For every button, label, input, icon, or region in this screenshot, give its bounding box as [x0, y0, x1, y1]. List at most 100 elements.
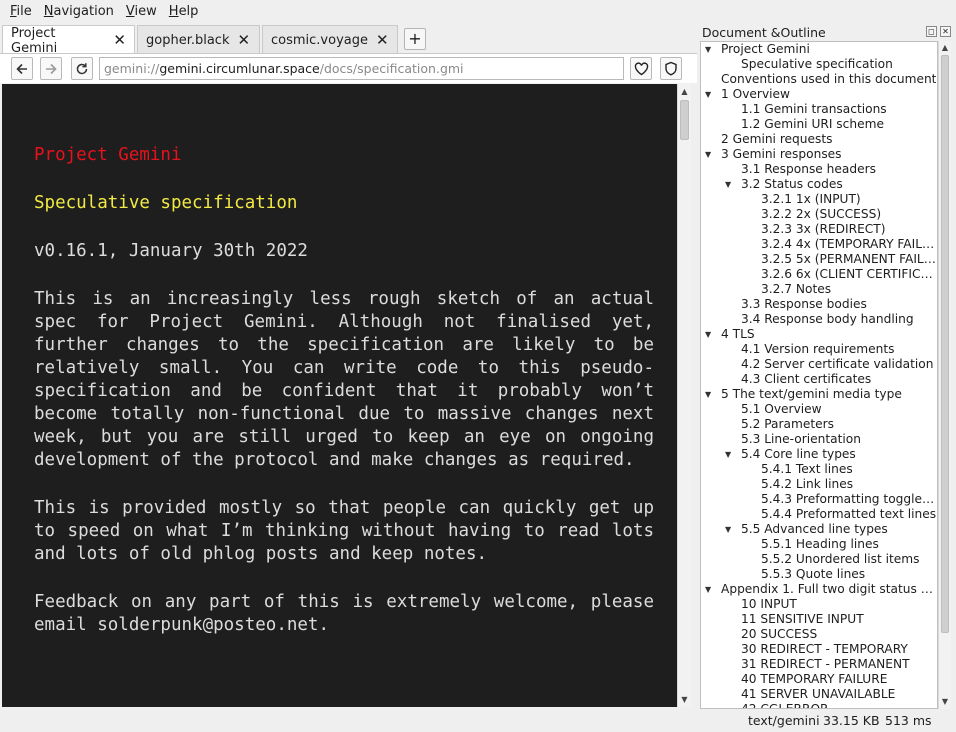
heart-icon: [634, 61, 648, 75]
expand-caret-icon[interactable]: ▼: [725, 522, 731, 537]
outline-item[interactable]: 5.5.1 Heading lines: [701, 537, 937, 552]
content-scrollbar[interactable]: ▲ ▼: [677, 84, 691, 707]
outline-item[interactable]: 3.2.4 4x (TEMPORARY FAIL…: [701, 237, 937, 252]
outline-item[interactable]: 3.1 Response headers: [701, 162, 937, 177]
outline-item[interactable]: 4.3 Client certificates: [701, 372, 937, 387]
outline-item[interactable]: 1.1 Gemini transactions: [701, 102, 937, 117]
outline-item-label: 2 Gemini requests: [721, 132, 833, 146]
outline-item[interactable]: 20 SUCCESS: [701, 627, 937, 642]
outline-item[interactable]: 1.2 Gemini URI scheme: [701, 117, 937, 132]
outline-item[interactable]: 3.2.5 5x (PERMANENT FAIL…: [701, 252, 937, 267]
outline-scrollbar[interactable]: ▲ ▼: [938, 41, 951, 709]
identity-button[interactable]: [660, 57, 682, 80]
expand-caret-icon[interactable]: ▼: [725, 177, 731, 192]
outline-item[interactable]: 10 INPUT: [701, 597, 937, 612]
outline-item[interactable]: 3.2.6 6x (CLIENT CERTIFIC…: [701, 267, 937, 282]
bookmark-button[interactable]: [630, 57, 652, 80]
tab-gopher-black[interactable]: gopher.black ✕: [137, 25, 260, 54]
menu-navigation[interactable]: Navigation: [38, 0, 120, 23]
new-tab-button[interactable]: +: [404, 28, 426, 50]
expand-caret-icon[interactable]: ▼: [705, 582, 711, 597]
expand-caret-icon[interactable]: ▼: [705, 387, 711, 402]
outline-item[interactable]: ▼ Appendix 1. Full two digit status …: [701, 582, 937, 597]
expand-caret-icon[interactable]: ▼: [705, 87, 711, 102]
outline-item[interactable]: ▼ 1 Overview: [701, 87, 937, 102]
outline-item-label: 4.2 Server certificate validation: [741, 357, 934, 371]
outline-item[interactable]: 5.4.4 Preformatted text lines: [701, 507, 937, 522]
outline-item[interactable]: 4.1 Version requirements: [701, 342, 937, 357]
close-tab-icon[interactable]: ✕: [376, 32, 389, 48]
outline-item[interactable]: 5.1 Overview: [701, 402, 937, 417]
back-button[interactable]: [11, 57, 33, 80]
outline-item[interactable]: 5.4.1 Text lines: [701, 462, 937, 477]
outline-item[interactable]: ▼ 5.4 Core line types: [701, 447, 937, 462]
outline-tree[interactable]: ▼ Project Gemini Speculative specification…: [700, 41, 938, 709]
outline-item-label: 1 Overview: [721, 87, 791, 101]
expand-caret-icon[interactable]: ▼: [725, 447, 731, 462]
tab-project-gemini[interactable]: Project Gemini ✕: [2, 25, 135, 56]
reload-button[interactable]: [71, 57, 93, 80]
outline-item[interactable]: 2 Gemini requests: [701, 132, 937, 147]
reload-icon: [76, 62, 88, 74]
outline-item[interactable]: 5.4.2 Link lines: [701, 477, 937, 492]
content-scroll-thumb[interactable]: [680, 100, 689, 140]
float-dock-icon[interactable]: ◻: [926, 26, 937, 37]
scroll-up-icon[interactable]: ▲: [939, 42, 951, 54]
expand-caret-icon[interactable]: ▼: [705, 147, 711, 162]
content-viewport[interactable]: Project Gemini Speculative specification…: [2, 84, 677, 707]
outline-item[interactable]: ▼ 5 The text/gemini media type: [701, 387, 937, 402]
forward-button[interactable]: [40, 57, 62, 80]
outline-item[interactable]: 3.2.7 Notes: [701, 282, 937, 297]
outline-item-label: 1.2 Gemini URI scheme: [741, 117, 884, 131]
outline-item-label: 3.2.1 1x (INPUT): [761, 192, 861, 206]
scroll-down-icon[interactable]: ▼: [678, 693, 691, 706]
outline-item[interactable]: 42 CGI ERROR: [701, 702, 937, 708]
outline-item[interactable]: 41 SERVER UNAVAILABLE: [701, 687, 937, 702]
scroll-up-icon[interactable]: ▲: [678, 85, 691, 98]
outline-item[interactable]: 3.4 Response body handling: [701, 312, 937, 327]
outline-item[interactable]: 11 SENSITIVE INPUT: [701, 612, 937, 627]
menu-help[interactable]: Help: [163, 0, 205, 23]
outline-item[interactable]: ▼ 5.5 Advanced line types: [701, 522, 937, 537]
address-bar[interactable]: gemini://gemini.circumlunar.space/docs/s…: [99, 57, 624, 80]
outline-item[interactable]: 3.3 Response bodies: [701, 297, 937, 312]
navigation-toolbar: gemini://gemini.circumlunar.space/docs/s…: [0, 53, 697, 83]
outline-item-label: 5.3 Line-orientation: [741, 432, 861, 446]
expand-caret-icon[interactable]: ▼: [705, 42, 711, 57]
outline-item[interactable]: Speculative specification: [701, 57, 937, 72]
outline-item[interactable]: 5.3 Line-orientation: [701, 432, 937, 447]
outline-item[interactable]: Conventions used in this document: [701, 72, 937, 87]
outline-item-label: 3.4 Response body handling: [741, 312, 914, 326]
outline-item-label: 4.3 Client certificates: [741, 372, 872, 386]
menu-file[interactable]: File: [4, 0, 38, 23]
outline-item[interactable]: 5.5.3 Quote lines: [701, 567, 937, 582]
document-heading-2: Speculative specification: [34, 193, 298, 213]
outline-item[interactable]: 30 REDIRECT - TEMPORARY: [701, 642, 937, 657]
outline-item[interactable]: ▼ 4 TLS: [701, 327, 937, 342]
close-tab-icon[interactable]: ✕: [237, 32, 250, 48]
outline-item[interactable]: 31 REDIRECT - PERMANENT: [701, 657, 937, 672]
outline-item-label: 5.4.1 Text lines: [761, 462, 853, 476]
outline-item[interactable]: 5.2 Parameters: [701, 417, 937, 432]
status-bar: text/gemini 33.15 KB 513 ms: [0, 709, 956, 732]
menu-view[interactable]: View: [120, 0, 163, 23]
outline-item-label: 40 TEMPORARY FAILURE: [741, 672, 888, 686]
close-dock-icon[interactable]: ✕: [940, 26, 951, 37]
outline-item[interactable]: ▼ 3 Gemini responses: [701, 147, 937, 162]
outline-item[interactable]: 4.2 Server certificate validation: [701, 357, 937, 372]
outline-item[interactable]: ▼ Project Gemini: [701, 42, 937, 57]
outline-item[interactable]: ▼ 3.2 Status codes: [701, 177, 937, 192]
close-tab-icon[interactable]: ✕: [113, 33, 126, 48]
outline-item[interactable]: 5.4.3 Preformatting toggle…: [701, 492, 937, 507]
outline-item-label: 11 SENSITIVE INPUT: [741, 612, 864, 626]
outline-item[interactable]: 3.2.1 1x (INPUT): [701, 192, 937, 207]
tab-cosmic-voyage[interactable]: cosmic.voyage ✕: [262, 25, 398, 54]
outline-item[interactable]: 3.2.2 2x (SUCCESS): [701, 207, 937, 222]
outline-item[interactable]: 40 TEMPORARY FAILURE: [701, 672, 937, 687]
scroll-down-icon[interactable]: ▼: [939, 696, 951, 708]
outline-item[interactable]: 3.2.3 3x (REDIRECT): [701, 222, 937, 237]
outline-item-label: 30 REDIRECT - TEMPORARY: [741, 642, 908, 656]
outline-scroll-thumb[interactable]: [941, 55, 949, 633]
outline-item[interactable]: 5.5.2 Unordered list items: [701, 552, 937, 567]
expand-caret-icon[interactable]: ▼: [705, 327, 711, 342]
